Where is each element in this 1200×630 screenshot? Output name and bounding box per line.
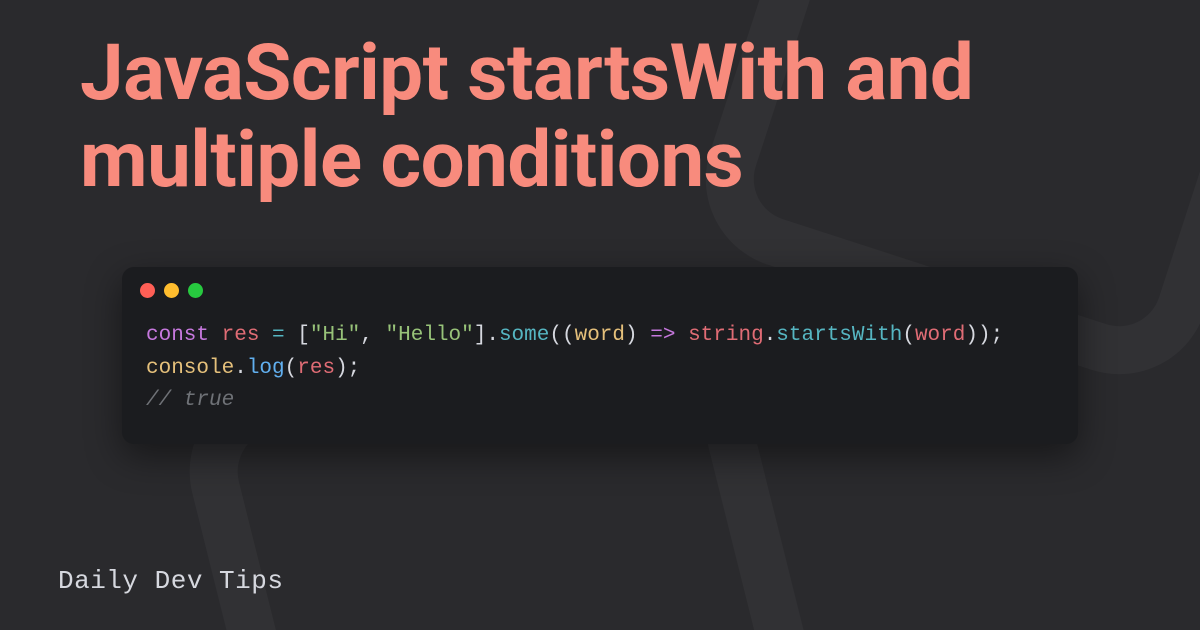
window-titlebar: [122, 267, 1078, 306]
code-token-punc: [: [297, 324, 310, 347]
code-token-punc: .: [764, 324, 777, 347]
code-token-punc: ((: [549, 324, 574, 347]
code-token-method: log: [247, 357, 285, 380]
page-title: JavaScript startsWith and multiple condi…: [80, 30, 1140, 205]
code-token-object: string: [688, 324, 764, 347]
code-token-operator: =: [272, 324, 285, 347]
code-token-space: [675, 324, 688, 347]
maximize-icon: [188, 283, 203, 298]
code-token-variable: res: [297, 357, 335, 380]
code-token-arrow: =>: [650, 324, 675, 347]
code-token-space: [285, 324, 298, 347]
code-token-punc: ,: [360, 324, 385, 347]
code-token-param: word: [575, 324, 625, 347]
code-token-object: console: [146, 357, 234, 380]
code-token-punc: ));: [965, 324, 1003, 347]
code-token-variable: res: [222, 324, 260, 347]
code-token-punc: (: [285, 357, 298, 380]
code-token-comment: // true: [146, 389, 234, 412]
minimize-icon: [164, 283, 179, 298]
code-token-punc: );: [335, 357, 360, 380]
code-block: const res = ["Hi", "Hello"].some((word) …: [122, 306, 1078, 444]
code-token-keyword: const: [146, 324, 209, 347]
code-token-string: "Hi": [310, 324, 360, 347]
code-token-method: some: [499, 324, 549, 347]
code-token-punc: (: [902, 324, 915, 347]
code-token-punc: .: [234, 357, 247, 380]
code-token-space: [259, 324, 272, 347]
code-token-method: startsWith: [776, 324, 902, 347]
code-token-string: "Hello": [386, 324, 474, 347]
footer-brand: Daily Dev Tips: [58, 566, 283, 596]
code-token-punc: .: [486, 324, 499, 347]
code-token-param: word: [915, 324, 965, 347]
code-token-punc: ): [625, 324, 650, 347]
close-icon: [140, 283, 155, 298]
code-window: const res = ["Hi", "Hello"].some((word) …: [122, 267, 1078, 444]
code-token-punc: ]: [474, 324, 487, 347]
code-token-space: [209, 324, 222, 347]
